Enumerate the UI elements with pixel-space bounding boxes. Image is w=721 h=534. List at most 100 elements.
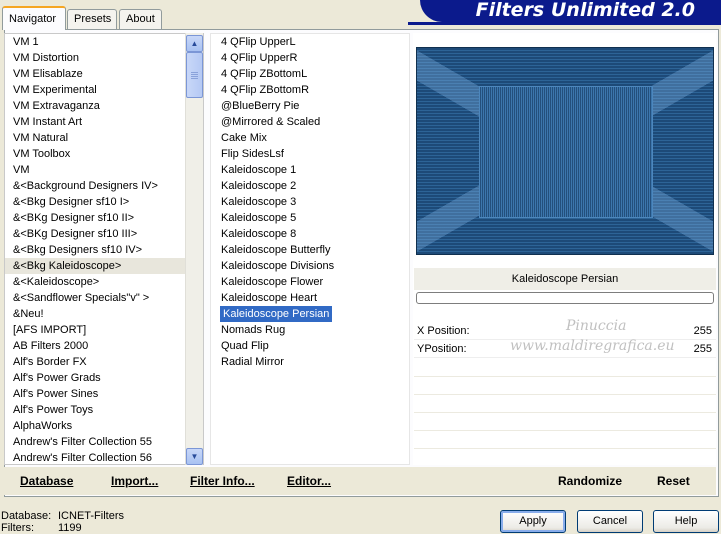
banner-underline [408, 22, 721, 25]
list-item[interactable]: Radial Mirror [211, 354, 409, 370]
list-item-label: Kaleidoscope 5 [221, 212, 297, 224]
list-item[interactable]: VM Extravaganza [5, 98, 203, 114]
list-item[interactable]: VM Distortion [5, 50, 203, 66]
status-database-label: Database: [1, 510, 52, 522]
list-item-label: 4 QFlip UpperL [221, 36, 296, 48]
list-item-label: Radial Mirror [221, 356, 284, 368]
list-item[interactable]: &Neu! [5, 306, 203, 322]
preview-image [416, 47, 714, 255]
category-list[interactable]: VM 1 VM Distortion VM Elisablaze VM Experim… [4, 33, 204, 465]
scroll-down-icon[interactable]: ▼ [186, 448, 203, 465]
list-item[interactable]: Kaleidoscope 2 [211, 178, 409, 194]
list-item-label: Kaleidoscope 2 [221, 180, 297, 192]
list-item[interactable]: &<BKg Designer sf10 II> [5, 210, 203, 226]
list-item-label: Nomads Rug [221, 324, 286, 336]
list-item[interactable]: VM Experimental [5, 82, 203, 98]
list-item-label: &<BKg Designer sf10 II> [13, 212, 135, 224]
list-item[interactable]: Kaleidoscope 3 [211, 194, 409, 210]
list-item[interactable]: Andrew's Filter Collection 56 [5, 450, 203, 464]
tab-presets[interactable]: Presets [67, 9, 117, 29]
list-item[interactable]: 4 QFlip ZBottomR [211, 82, 409, 98]
list-item-label: &<Kaleidoscope> [13, 276, 100, 288]
list-item[interactable]: Kaleidoscope Butterfly [211, 242, 409, 258]
list-item[interactable]: Alf's Power Grads [5, 370, 203, 386]
scroll-up-icon[interactable]: ▲ [186, 35, 203, 52]
list-item-label: AB Filters 2000 [13, 340, 89, 352]
randomize-button[interactable]: Randomize [558, 474, 622, 488]
list-item-label: VM Distortion [13, 52, 80, 64]
list-item[interactable]: VM [5, 162, 203, 178]
list-item[interactable]: Alf's Power Sines [5, 386, 203, 402]
list-item-label: Kaleidoscope Butterfly [221, 244, 331, 256]
list-item[interactable]: 4 QFlip UpperL [211, 34, 409, 50]
list-item[interactable]: VM Natural [5, 130, 203, 146]
scrollbar-thumb[interactable] [186, 52, 203, 98]
list-item[interactable]: Cake Mix [211, 130, 409, 146]
list-item[interactable]: &<BKg Designer sf10 III> [5, 226, 203, 242]
list-item-label: Kaleidoscope Persian [220, 306, 333, 322]
list-item[interactable]: VM Toolbox [5, 146, 203, 162]
list-item[interactable]: &<Bkg Designer sf10 I> [5, 194, 203, 210]
preview-center-pattern [479, 86, 653, 218]
list-item[interactable]: AlphaWorks [5, 418, 203, 434]
list-item[interactable]: Alf's Border FX [5, 354, 203, 370]
list-item-label: &<Bkg Designer sf10 I> [13, 196, 130, 208]
list-item[interactable]: Kaleidoscope Heart [211, 290, 409, 306]
list-item-label: &<Bkg Kaleidoscope> [13, 260, 122, 272]
list-item-label: Kaleidoscope Divisions [221, 260, 335, 272]
list-item[interactable]: VM Elisablaze [5, 66, 203, 82]
list-item[interactable]: &<Bkg Designers sf10 IV> [5, 242, 203, 258]
list-item[interactable]: Kaleidoscope Divisions [211, 258, 409, 274]
filter-list[interactable]: 4 QFlip UpperL 4 QFlip UpperR 4 QFlip ZBot… [210, 33, 410, 465]
list-item[interactable]: [AFS IMPORT] [5, 322, 203, 338]
list-item[interactable]: Kaleidoscope Persian [211, 306, 409, 322]
database-button[interactable]: Database [20, 474, 73, 488]
list-item[interactable]: 4 QFlip UpperR [211, 50, 409, 66]
list-item[interactable]: VM Instant Art [5, 114, 203, 130]
list-item[interactable]: Kaleidoscope 5 [211, 210, 409, 226]
list-item-label: @BlueBerry Pie [221, 100, 300, 112]
filter-info-button[interactable]: Filter Info... [190, 474, 255, 488]
list-item[interactable]: Kaleidoscope 8 [211, 226, 409, 242]
list-item-label: 4 QFlip ZBottomR [221, 84, 310, 96]
list-item-label: VM Natural [13, 132, 69, 144]
list-item-label: &<Bkg Designers sf10 IV> [13, 244, 143, 256]
list-item[interactable]: Flip SidesLsf [211, 146, 409, 162]
list-item-label: Alf's Power Toys [13, 404, 94, 416]
tab-navigator[interactable]: Navigator [2, 6, 66, 30]
list-item[interactable]: Kaleidoscope 1 [211, 162, 409, 178]
list-item[interactable]: @BlueBerry Pie [211, 98, 409, 114]
list-item[interactable]: VM 1 [5, 34, 203, 50]
list-item[interactable]: Alf's Power Toys [5, 402, 203, 418]
list-item[interactable]: Quad Flip [211, 338, 409, 354]
filter-name-caption: Kaleidoscope Persian [414, 268, 716, 290]
watermark-url: www.maldiregrafica.eu [510, 338, 675, 354]
list-item[interactable]: &<Bkg Kaleidoscope> [5, 258, 203, 274]
status-database-value: ICNET-Filters [58, 510, 124, 522]
editor-button[interactable]: Editor... [287, 474, 331, 488]
tab-about[interactable]: About [119, 9, 162, 29]
list-item-label: [AFS IMPORT] [13, 324, 87, 336]
list-item[interactable]: Andrew's Filter Collection 55 [5, 434, 203, 450]
list-item[interactable]: Kaleidoscope Flower [211, 274, 409, 290]
import-button[interactable]: Import... [111, 474, 158, 488]
apply-button[interactable]: Apply [500, 510, 566, 533]
list-item[interactable]: Nomads Rug [211, 322, 409, 338]
list-item-label: VM Extravaganza [13, 100, 100, 112]
list-item-label: VM Toolbox [13, 148, 71, 160]
list-item[interactable]: &<Kaleidoscope> [5, 274, 203, 290]
list-item-label: Kaleidoscope 3 [221, 196, 297, 208]
list-item[interactable]: AB Filters 2000 [5, 338, 203, 354]
reset-button[interactable]: Reset [657, 474, 690, 488]
list-item-label: Flip SidesLsf [221, 148, 284, 160]
list-item[interactable]: @Mirrored & Scaled [211, 114, 409, 130]
list-item-label: Kaleidoscope Heart [221, 292, 318, 304]
list-item-label: @Mirrored & Scaled [221, 116, 321, 128]
list-item-label: VM 1 [13, 36, 39, 48]
list-item-label: &Neu! [13, 308, 44, 320]
list-item[interactable]: 4 QFlip ZBottomL [211, 66, 409, 82]
cancel-button[interactable]: Cancel [577, 510, 643, 533]
help-button[interactable]: Help [653, 510, 719, 533]
list-item[interactable]: &<Background Designers IV> [5, 178, 203, 194]
list-item[interactable]: &<Sandflower Specials"v" > [5, 290, 203, 306]
